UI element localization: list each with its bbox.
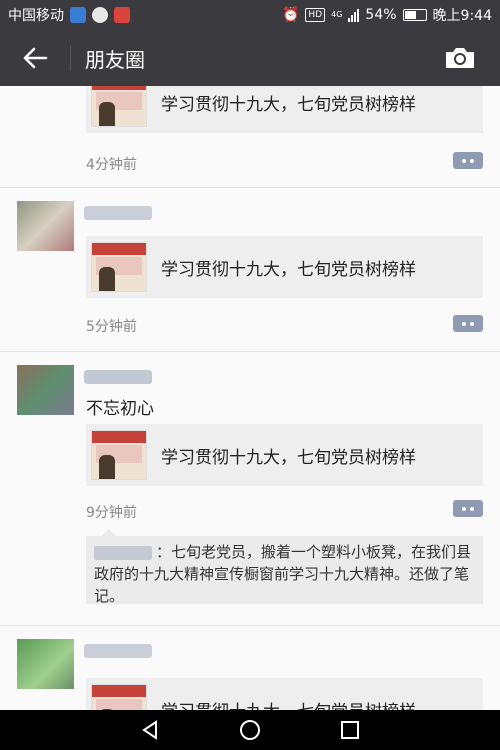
camera-icon	[446, 48, 474, 68]
circle-home-icon	[240, 720, 260, 740]
hd-badge: HD	[305, 8, 326, 22]
post-item: 不忘初心 学习贯彻十九大，七旬党员树榜样 9分钟前 ：七旬老党员，搬着一个塑料小…	[0, 352, 500, 626]
page-title: 朋友圈	[85, 47, 145, 72]
share-thumbnail	[91, 430, 147, 480]
share-card[interactable]: 学习贯彻十九大，七旬党员树榜样	[86, 236, 483, 298]
status-time: 晚上9:44	[432, 8, 492, 24]
share-thumbnail	[91, 242, 147, 292]
triangle-back-icon	[142, 720, 157, 740]
nav-divider	[70, 45, 71, 71]
nav-bar: 朋友圈	[0, 30, 500, 86]
arrow-left-icon	[23, 47, 48, 69]
avatar[interactable]	[17, 639, 74, 689]
system-navigation-bar	[0, 710, 500, 750]
news-notification-icon	[114, 7, 130, 23]
browser-notification-icon	[92, 7, 108, 23]
nickname-blurred[interactable]	[84, 206, 152, 220]
share-title: 学习贯彻十九大，七旬党员树榜样	[161, 447, 416, 468]
network-label: 4G	[331, 10, 343, 19]
system-recents-button[interactable]	[330, 710, 370, 750]
carrier-label: 中国移动	[8, 8, 64, 24]
share-thumbnail	[91, 684, 147, 710]
moments-feed[interactable]: 学习贯彻十九大，七旬党员树榜样 4分钟前 学习贯彻十九大，七旬党员树榜样 5分钟…	[0, 86, 500, 710]
battery-percent: 54%	[365, 7, 397, 23]
nickname-blurred[interactable]	[84, 644, 152, 658]
post-time: 4分钟前	[86, 157, 137, 173]
share-thumbnail	[91, 86, 147, 127]
system-home-button[interactable]	[230, 710, 270, 750]
post-item: 学习贯彻十九大，七旬党员树榜样 5分钟前	[0, 188, 500, 352]
back-button[interactable]	[0, 30, 70, 86]
post-text: 不忘初心	[86, 399, 154, 419]
share-card[interactable]: 学习贯彻十九大，七旬党员树榜样	[86, 424, 483, 486]
camera-button[interactable]	[440, 42, 480, 74]
share-card[interactable]: 学习贯彻十九大，七旬党员树榜样	[86, 678, 483, 710]
status-bar: 中国移动 ⏰ HD 4G 54% 晚上9:44	[0, 0, 500, 30]
alarm-icon: ⏰	[281, 7, 300, 23]
post-time: 9分钟前	[86, 505, 137, 521]
signal-icon	[348, 8, 360, 22]
avatar[interactable]	[17, 201, 74, 251]
system-back-button[interactable]	[130, 710, 170, 750]
comment-button[interactable]	[453, 152, 483, 169]
comment-button[interactable]	[453, 500, 483, 517]
battery-icon	[402, 9, 427, 21]
comment-box: ：七旬老党员，搬着一个塑料小板凳，在我们县政府的十九大精神宣传橱窗前学习十九大精…	[86, 529, 483, 605]
square-recents-icon	[341, 721, 359, 739]
commenter-name-blurred[interactable]	[94, 545, 152, 560]
app-notification-icon	[70, 7, 86, 23]
post-item: 学习贯彻十九大，七旬党员树榜样	[0, 626, 500, 710]
share-card[interactable]: 学习贯彻十九大，七旬党员树榜样	[86, 86, 483, 133]
post-time: 5分钟前	[86, 319, 137, 335]
comment-button[interactable]	[453, 315, 483, 332]
share-title: 学习贯彻十九大，七旬党员树榜样	[161, 259, 416, 280]
nickname-blurred[interactable]	[84, 370, 152, 384]
post-item: 学习贯彻十九大，七旬党员树榜样 4分钟前	[0, 86, 500, 188]
avatar[interactable]	[17, 365, 74, 415]
share-title: 学习贯彻十九大，七旬党员树榜样	[161, 697, 416, 711]
share-title: 学习贯彻十九大，七旬党员树榜样	[161, 94, 416, 115]
